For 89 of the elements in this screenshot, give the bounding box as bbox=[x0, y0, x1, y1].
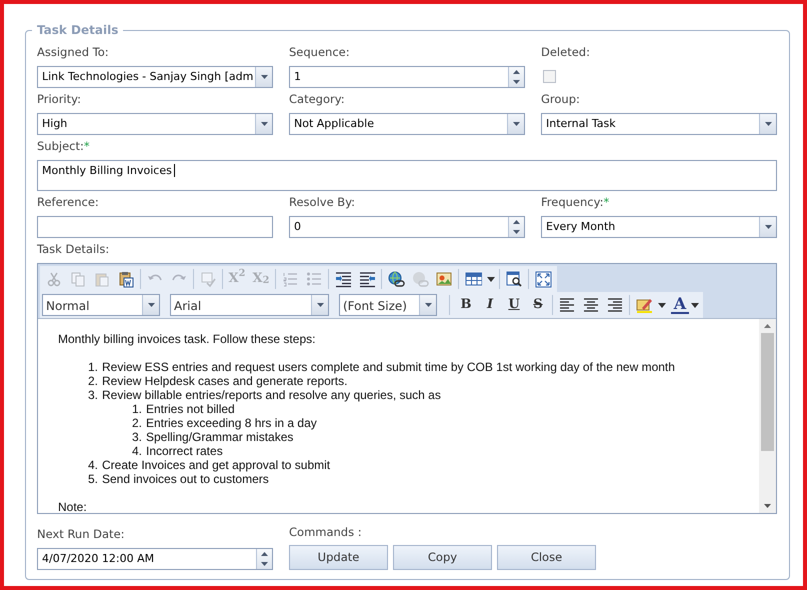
dropdown[interactable]: (Font Size) bbox=[339, 294, 437, 316]
fullscreen-icon[interactable] bbox=[534, 270, 552, 288]
spin-up-icon[interactable] bbox=[512, 69, 521, 75]
caret-icon bbox=[260, 74, 268, 80]
field-label: Deleted: bbox=[541, 45, 590, 59]
caret-icon[interactable] bbox=[487, 276, 495, 282]
spin-field[interactable]: 1 bbox=[289, 66, 525, 88]
caret-icon[interactable] bbox=[658, 302, 666, 308]
list-item-text: Review billable entries/reports and resolve any queries, such as bbox=[102, 388, 441, 402]
indent-icon[interactable] bbox=[334, 270, 352, 288]
dropdown[interactable]: Every Month bbox=[541, 216, 777, 238]
list-number: 4. bbox=[130, 444, 142, 458]
spin-down-icon[interactable] bbox=[260, 561, 269, 567]
field-label: Commands : bbox=[289, 525, 362, 539]
image-icon[interactable] bbox=[436, 270, 452, 288]
list-number: 5. bbox=[86, 472, 98, 486]
format-button[interactable]: B bbox=[454, 294, 478, 316]
caret-icon bbox=[424, 302, 432, 308]
required-mark: * bbox=[84, 139, 90, 153]
input-field[interactable] bbox=[37, 216, 273, 238]
field-label: Resolve By: bbox=[289, 195, 356, 209]
caret-icon bbox=[512, 121, 520, 127]
paste-word-icon[interactable] bbox=[118, 270, 134, 288]
caret-icon bbox=[260, 121, 268, 127]
format-button[interactable]: U bbox=[502, 294, 526, 316]
command-button[interactable]: Update bbox=[289, 545, 388, 570]
checkbox[interactable] bbox=[543, 70, 556, 83]
field-label: Group: bbox=[541, 92, 580, 106]
format-button[interactable]: I bbox=[478, 294, 502, 316]
format-button[interactable]: A bbox=[671, 296, 689, 314]
caret-icon bbox=[146, 302, 156, 308]
list-item-text: Entries exceeding 8 hrs in a day bbox=[146, 416, 317, 430]
paragraph: Note: bbox=[58, 500, 88, 513]
field-label: Sequence: bbox=[289, 45, 350, 59]
field-label: Subject: bbox=[37, 139, 84, 153]
dropdown[interactable]: Internal Task bbox=[541, 113, 777, 135]
list-number: 2. bbox=[86, 374, 98, 388]
caret-icon bbox=[764, 121, 772, 127]
spin-field[interactable]: 4/07/2020 12:00 AM bbox=[37, 548, 273, 570]
command-button[interactable]: Close bbox=[497, 545, 596, 570]
align-right-icon[interactable] bbox=[606, 296, 624, 314]
format-button[interactable]: S bbox=[526, 294, 550, 316]
dropdown[interactable]: Normal bbox=[42, 294, 160, 316]
list-number: 3. bbox=[130, 430, 142, 444]
caret-icon bbox=[316, 302, 324, 308]
list-item-text: Incorrect rates bbox=[146, 444, 223, 458]
required-mark: * bbox=[603, 195, 610, 209]
caret-icon[interactable] bbox=[691, 302, 699, 308]
field-label: Priority: bbox=[37, 92, 81, 106]
caret-icon bbox=[764, 224, 772, 230]
dropdown[interactable]: High bbox=[37, 113, 273, 135]
dropdown[interactable]: Arial bbox=[170, 294, 329, 316]
list-item-text: Review Helpdesk cases and generate reports. bbox=[102, 374, 348, 388]
command-button[interactable]: Copy bbox=[393, 545, 492, 570]
spin-up-icon[interactable] bbox=[512, 219, 521, 225]
outdent-icon[interactable] bbox=[358, 270, 376, 288]
spin-field[interactable]: 0 bbox=[289, 216, 525, 238]
preview-icon[interactable] bbox=[506, 270, 522, 288]
scrollbar[interactable] bbox=[759, 319, 776, 513]
field-label: Frequency: bbox=[541, 195, 604, 209]
list-item-text: Review ESS entries and request users complete and submit time by COB 1st working day of the new month bbox=[102, 360, 675, 374]
paragraph: Monthly billing invoices task. Follow these steps: bbox=[58, 332, 316, 346]
spin-down-icon[interactable] bbox=[512, 229, 521, 235]
field-label: Task Details: bbox=[37, 242, 110, 256]
list-number: 1. bbox=[130, 402, 142, 416]
list-item-text: Send invoices out to customers bbox=[102, 472, 269, 486]
list-number: 1. bbox=[86, 360, 98, 374]
link-icon[interactable] bbox=[388, 270, 404, 288]
list-item-text: Create Invoices and get approval to submit bbox=[102, 458, 330, 472]
list-number: 2. bbox=[130, 416, 142, 430]
field-label: Assigned To: bbox=[37, 45, 109, 59]
align-center-icon[interactable] bbox=[582, 296, 600, 314]
field-label: Next Run Date: bbox=[37, 527, 125, 541]
scroll-down-icon[interactable] bbox=[763, 503, 772, 509]
dropdown[interactable]: Not Applicable bbox=[289, 113, 525, 135]
list-number: 3. bbox=[86, 388, 98, 402]
spin-down-icon[interactable] bbox=[512, 79, 521, 85]
table-icon[interactable] bbox=[464, 270, 482, 288]
list-item-text: Entries not billed bbox=[146, 402, 235, 416]
field-label: Category: bbox=[289, 92, 345, 106]
field-label: Reference: bbox=[37, 195, 99, 209]
dropdown[interactable]: Link Technologies - Sanjay Singh [adm bbox=[37, 66, 273, 88]
spin-up-icon[interactable] bbox=[260, 551, 269, 557]
list-number: 4. bbox=[86, 458, 98, 472]
scroll-up-icon[interactable] bbox=[763, 323, 772, 329]
list-item-text: Spelling/Grammar mistakes bbox=[146, 430, 294, 444]
highlighter-icon[interactable] bbox=[636, 296, 652, 314]
input-field[interactable]: Monthly Billing Invoices bbox=[37, 160, 777, 191]
align-left-icon[interactable] bbox=[558, 296, 576, 314]
